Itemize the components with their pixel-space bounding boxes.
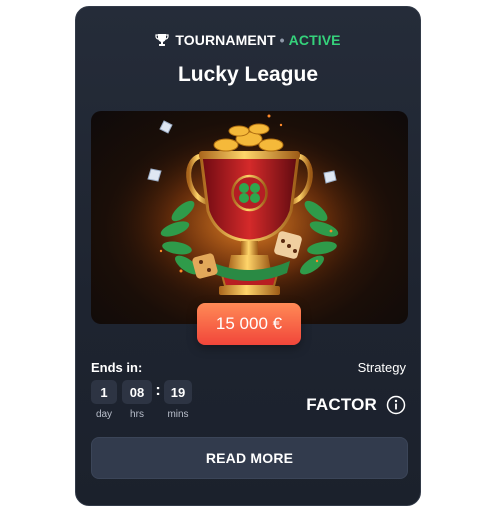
strategy-value: FACTOR — [306, 395, 377, 414]
strategy-value-row: FACTOR — [306, 395, 406, 415]
status-value: ACTIVE — [288, 32, 341, 48]
strategy-label: Strategy — [357, 360, 406, 375]
days-value: 1 — [91, 380, 117, 404]
countdown-hours: 08 hrs — [122, 380, 152, 420]
tournament-banner-image — [91, 111, 408, 324]
hours-value: 08 — [122, 380, 152, 404]
days-label: day — [95, 409, 113, 420]
status-separator: • — [279, 32, 285, 48]
minutes-value: 19 — [164, 380, 192, 404]
hours-label: hrs — [130, 409, 144, 420]
minutes-label: mins — [167, 409, 189, 420]
prize-badge: 15 000 € — [197, 303, 301, 345]
info-icon[interactable] — [386, 395, 406, 415]
ends-in-label: Ends in: — [91, 360, 143, 375]
tournament-status: TOURNAMENT • ACTIVE — [76, 32, 420, 48]
countdown-days: 1 day — [91, 380, 117, 420]
read-more-button[interactable]: READ MORE — [91, 437, 408, 479]
countdown-timer: 1 day 08 hrs : 19 mins — [91, 380, 192, 420]
status-label: TOURNAMENT — [175, 32, 276, 48]
tournament-title: Lucky League — [177, 63, 319, 86]
countdown-minutes: 19 mins — [164, 380, 192, 420]
trophy-icon — [155, 33, 169, 47]
tournament-card: TOURNAMENT • ACTIVE Lucky League 15 000 … — [75, 6, 421, 506]
time-separator: : — [155, 382, 161, 399]
